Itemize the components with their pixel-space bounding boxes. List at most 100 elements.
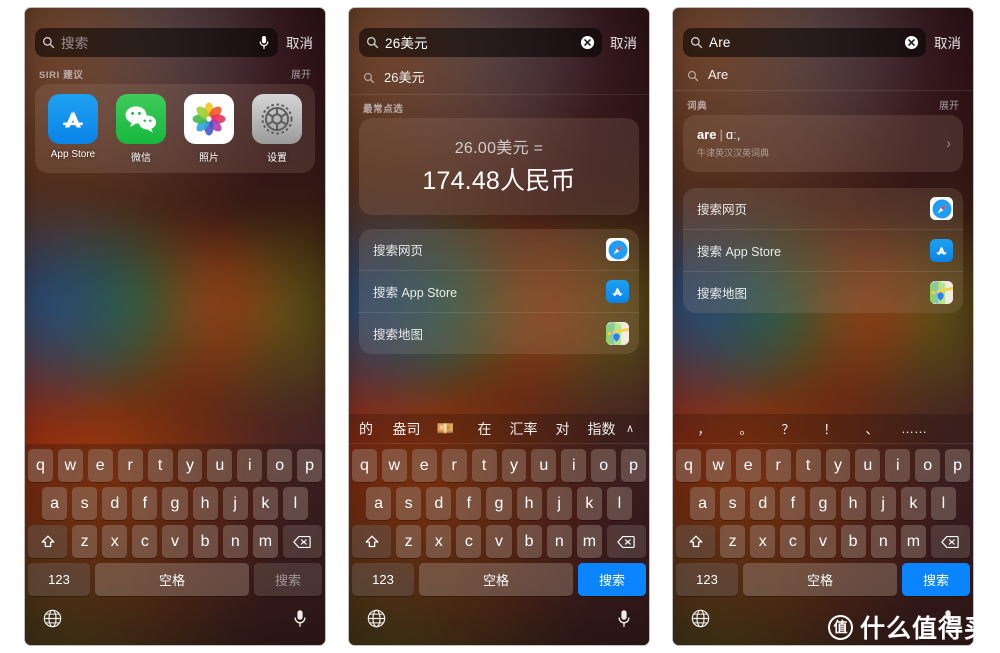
siri-app-photos[interactable]: 照片 (175, 94, 243, 164)
candidate-0[interactable]: 的 (359, 419, 387, 439)
key-j[interactable]: j (222, 487, 248, 520)
key-x[interactable]: x (750, 525, 776, 558)
currency-conversion-card[interactable]: 26.00美元 = 174.48人民币 (359, 118, 639, 215)
key-b[interactable]: b (192, 525, 218, 558)
candidate-5[interactable]: 对 (543, 419, 582, 439)
key-h[interactable]: h (192, 487, 218, 520)
key-l[interactable]: l (930, 487, 956, 520)
key-p[interactable]: p (297, 449, 323, 482)
clear-icon[interactable] (580, 35, 595, 50)
siri-app-app-store[interactable]: App Store (39, 94, 107, 164)
key-i[interactable]: i (237, 449, 263, 482)
action-row-app-store[interactable]: 搜索 App Store (359, 270, 639, 312)
key-z[interactable]: z (72, 525, 98, 558)
key-p[interactable]: p (945, 449, 971, 482)
key-w[interactable]: w (705, 449, 731, 482)
key-d[interactable]: d (750, 487, 776, 520)
candidate-5[interactable]: …… (893, 421, 935, 436)
key-b[interactable]: b (516, 525, 542, 558)
key-m[interactable]: m (576, 525, 602, 558)
shift-icon[interactable] (352, 525, 391, 558)
numbers-key[interactable]: 123 (676, 563, 738, 596)
key-o[interactable]: o (267, 449, 293, 482)
expand-button[interactable]: 展开 (291, 66, 311, 81)
candidate-2[interactable]: 💴 (426, 420, 465, 437)
key-k[interactable]: k (252, 487, 278, 520)
key-t[interactable]: t (471, 449, 497, 482)
candidate-4[interactable]: 汇率 (504, 419, 543, 439)
key-k[interactable]: k (576, 487, 602, 520)
key-g[interactable]: g (810, 487, 836, 520)
numbers-key[interactable]: 123 (352, 563, 414, 596)
shift-icon[interactable] (676, 525, 715, 558)
search-key[interactable]: 搜索 (578, 563, 646, 596)
key-u[interactable]: u (531, 449, 557, 482)
key-d[interactable]: d (426, 487, 452, 520)
key-e[interactable]: e (411, 449, 437, 482)
key-m[interactable]: m (252, 525, 278, 558)
key-e[interactable]: e (735, 449, 761, 482)
key-q[interactable]: q (27, 449, 53, 482)
key-q[interactable]: q (351, 449, 377, 482)
key-g[interactable]: g (162, 487, 188, 520)
cancel-button[interactable]: 取消 (934, 32, 963, 52)
key-w[interactable]: w (381, 449, 407, 482)
microphone-icon[interactable] (293, 609, 307, 633)
action-row-app-store[interactable]: 搜索 App Store (683, 229, 963, 271)
key-r[interactable]: r (765, 449, 791, 482)
key-s[interactable]: s (720, 487, 746, 520)
backspace-icon[interactable] (282, 525, 322, 558)
search-key[interactable]: 搜索 (254, 563, 322, 596)
chevron-up-icon[interactable]: ∧ (621, 422, 639, 435)
search-input[interactable]: 搜索 (35, 27, 278, 57)
key-f[interactable]: f (132, 487, 158, 520)
key-n[interactable]: n (222, 525, 248, 558)
key-t[interactable]: t (795, 449, 821, 482)
cancel-button[interactable]: 取消 (610, 32, 639, 52)
key-o[interactable]: o (591, 449, 617, 482)
key-l[interactable]: l (282, 487, 308, 520)
key-c[interactable]: c (780, 525, 806, 558)
key-e[interactable]: e (87, 449, 113, 482)
key-a[interactable]: a (366, 487, 392, 520)
key-s[interactable]: s (72, 487, 98, 520)
key-r[interactable]: r (117, 449, 143, 482)
key-a[interactable]: a (690, 487, 716, 520)
siri-app-wechat[interactable]: 微信 (107, 94, 175, 164)
key-a[interactable]: a (42, 487, 68, 520)
dictionary-card[interactable]: are | ɑː, 牛津英汉汉英词典 › (683, 115, 963, 172)
key-n[interactable]: n (546, 525, 572, 558)
key-h[interactable]: h (840, 487, 866, 520)
key-t[interactable]: t (147, 449, 173, 482)
key-z[interactable]: z (396, 525, 422, 558)
action-row-web[interactable]: 搜索网页 (683, 188, 963, 229)
space-key[interactable]: 空格 (419, 563, 573, 596)
key-x[interactable]: x (102, 525, 128, 558)
key-u[interactable]: u (855, 449, 881, 482)
search-key[interactable]: 搜索 (902, 563, 970, 596)
microphone-icon[interactable] (617, 609, 631, 633)
key-y[interactable]: y (177, 449, 203, 482)
expand-button[interactable]: 展开 (939, 97, 959, 112)
shift-icon[interactable] (28, 525, 67, 558)
key-i[interactable]: i (561, 449, 587, 482)
key-g[interactable]: g (486, 487, 512, 520)
key-j[interactable]: j (546, 487, 572, 520)
key-z[interactable]: z (720, 525, 746, 558)
key-f[interactable]: f (456, 487, 482, 520)
candidate-6[interactable]: 指数 (582, 419, 621, 439)
candidate-1[interactable]: 盎司 (387, 419, 426, 439)
key-y[interactable]: y (501, 449, 527, 482)
space-key[interactable]: 空格 (95, 563, 249, 596)
dictionary-entry[interactable]: are | ɑː, 牛津英汉汉英词典 › (683, 115, 963, 172)
action-row-web[interactable]: 搜索网页 (359, 229, 639, 270)
key-s[interactable]: s (396, 487, 422, 520)
clear-icon[interactable] (904, 35, 919, 50)
key-v[interactable]: v (810, 525, 836, 558)
key-l[interactable]: l (606, 487, 632, 520)
key-m[interactable]: m (900, 525, 926, 558)
candidate-3[interactable]: 在 (465, 419, 504, 439)
key-y[interactable]: y (825, 449, 851, 482)
key-f[interactable]: f (780, 487, 806, 520)
key-v[interactable]: v (486, 525, 512, 558)
